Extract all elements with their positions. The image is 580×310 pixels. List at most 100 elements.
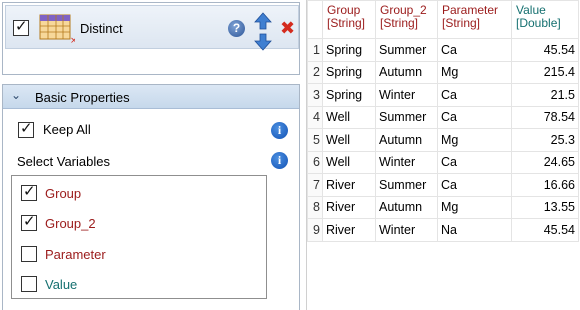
info-icon[interactable]: i <box>271 122 288 139</box>
table-cell[interactable]: Autumn <box>375 60 438 84</box>
table-cell[interactable]: Ca <box>437 150 512 174</box>
variable-checkbox[interactable]: ✓ <box>21 212 37 231</box>
table-cell[interactable]: Summer <box>375 173 438 197</box>
table-cell[interactable]: Well <box>322 105 376 129</box>
table-cell[interactable]: 24.65 <box>511 150 579 174</box>
column-type: [Double] <box>516 16 561 30</box>
table-row[interactable]: 7 River Summer Ca 16.66 <box>307 173 579 197</box>
table-cell[interactable]: 13.55 <box>511 195 579 219</box>
table-row[interactable]: 1 Spring Summer Ca 45.54 <box>307 38 579 62</box>
table-cell[interactable]: Autumn <box>375 128 438 152</box>
column-name: Group_2 <box>380 3 427 17</box>
question-icon[interactable]: ? <box>228 20 245 37</box>
table-row[interactable]: 5 Well Autumn Mg 25.3 <box>307 128 579 152</box>
table-cell[interactable]: Well <box>322 128 376 152</box>
data-table: Group [String] Group_2 [String] Parameter[… <box>307 0 579 242</box>
table-cell[interactable]: River <box>322 173 376 197</box>
table-cell[interactable]: 45.54 <box>511 38 579 62</box>
checkmark-icon: ✓ <box>20 119 33 137</box>
table-cell[interactable]: 21.5 <box>511 83 579 107</box>
table-cell[interactable]: Winter <box>375 83 438 107</box>
column-header-value[interactable]: Value [Double] <box>511 0 579 39</box>
data-table-panel: Group [String] Group_2 [String] Parameter[… <box>306 0 580 310</box>
arrow-up-icon[interactable] <box>254 12 272 30</box>
table-cell[interactable]: River <box>322 218 376 242</box>
section-title: Basic Properties <box>35 90 130 105</box>
table-cell[interactable]: Ca <box>437 38 512 62</box>
table-cell[interactable]: Spring <box>322 38 376 62</box>
left-panel: ✓ × Distinct ? ✖ ⌄ Basic Properties ✓ Ke… <box>0 0 303 310</box>
keep-all-checkbox[interactable]: ✓ <box>18 119 34 138</box>
column-type: [String] <box>380 16 419 30</box>
table-body: 1 Spring Summer Ca 45.54 2 Spring Autumn Mg 215.4… <box>307 38 579 242</box>
row-number: 6 <box>307 150 323 174</box>
table-row[interactable]: 2 Spring Autumn Mg 215.4 <box>307 60 579 84</box>
close-icon[interactable]: ✖ <box>280 20 295 38</box>
keep-all-label: Keep All <box>43 122 91 137</box>
table-cell[interactable]: 45.54 <box>511 218 579 242</box>
table-cell[interactable]: 16.66 <box>511 173 579 197</box>
variable-checkbox[interactable]: ✓ <box>21 182 37 201</box>
table-cell[interactable]: Autumn <box>375 195 438 219</box>
checkmark-icon: ✓ <box>15 17 28 35</box>
table-row[interactable]: 3 Spring Winter Ca 21.5 <box>307 83 579 107</box>
distinct-table-icon: × <box>39 14 75 44</box>
table-cell[interactable]: Mg <box>437 195 512 219</box>
table-cell[interactable]: Na <box>437 218 512 242</box>
chevron-down-icon[interactable]: ⌄ <box>11 88 21 102</box>
table-cell[interactable]: Summer <box>375 105 438 129</box>
svg-text:×: × <box>70 36 75 44</box>
transform-node: ✓ × Distinct ? ✖ <box>2 2 300 75</box>
row-number: 4 <box>307 105 323 129</box>
row-number: 7 <box>307 173 323 197</box>
basic-properties-panel: ⌄ Basic Properties ✓ Keep All i Select V… <box>2 84 300 310</box>
info-icon[interactable]: i <box>271 152 288 169</box>
row-number-header <box>307 0 323 39</box>
node-title: Distinct <box>80 21 123 36</box>
row-number: 5 <box>307 128 323 152</box>
table-cell[interactable]: Mg <box>437 128 512 152</box>
table-cell[interactable]: Summer <box>375 38 438 62</box>
table-cell[interactable]: 78.54 <box>511 105 579 129</box>
select-variables-label: Select Variables <box>17 154 110 169</box>
variables-list: ✓ Group ✓ Group_2 Parameter Value <box>11 175 267 299</box>
basic-properties-header[interactable]: ⌄ Basic Properties <box>3 85 299 109</box>
arrow-down-icon[interactable] <box>254 33 272 51</box>
column-name: Group <box>327 3 361 17</box>
table-row[interactable]: 9 River Winter Na 45.54 <box>307 218 579 242</box>
table-row[interactable]: 4 Well Summer Ca 78.54 <box>307 105 579 129</box>
variable-label: Group <box>45 186 82 201</box>
table-cell[interactable]: Winter <box>375 150 438 174</box>
table-row[interactable]: 6 Well Winter Ca 24.65 <box>307 150 579 174</box>
checkmark-icon: ✓ <box>23 182 36 200</box>
table-header-row: Group [String] Group_2 [String] Parameter[… <box>307 0 579 39</box>
variable-label: Parameter <box>45 247 106 262</box>
column-header-parameter[interactable]: Parameter [String] <box>437 0 512 39</box>
table-cell[interactable]: Ca <box>437 105 512 129</box>
variable-checkbox[interactable] <box>21 246 37 262</box>
column-header-group[interactable]: Group [String] <box>322 0 376 39</box>
column-header-group-2[interactable]: Group_2 [String] <box>375 0 438 39</box>
table-cell[interactable]: Ca <box>437 173 512 197</box>
table-row[interactable]: 8 River Autumn Mg 13.55 <box>307 195 579 219</box>
variable-label: Value <box>45 277 78 292</box>
node-enabled-checkbox[interactable]: ✓ <box>13 17 29 36</box>
table-cell[interactable]: Mg <box>437 60 512 84</box>
table-cell[interactable]: River <box>322 195 376 219</box>
column-name: Parameter <box>442 3 499 17</box>
node-header[interactable]: ✓ × Distinct ? ✖ <box>5 5 299 51</box>
table-cell[interactable]: 25.3 <box>511 128 579 152</box>
checkmark-icon: ✓ <box>23 212 36 230</box>
variable-label: Group_2 <box>45 216 96 231</box>
row-number: 9 <box>307 218 323 242</box>
row-number: 3 <box>307 83 323 107</box>
table-cell[interactable]: Well <box>322 150 376 174</box>
row-number: 1 <box>307 38 323 62</box>
table-cell[interactable]: Ca <box>437 83 512 107</box>
column-type: [String] <box>327 16 366 30</box>
table-cell[interactable]: Spring <box>322 83 376 107</box>
table-cell[interactable]: Winter <box>375 218 438 242</box>
table-cell[interactable]: 215.4 <box>511 60 579 84</box>
table-cell[interactable]: Spring <box>322 60 376 84</box>
variable-checkbox[interactable] <box>21 276 37 292</box>
